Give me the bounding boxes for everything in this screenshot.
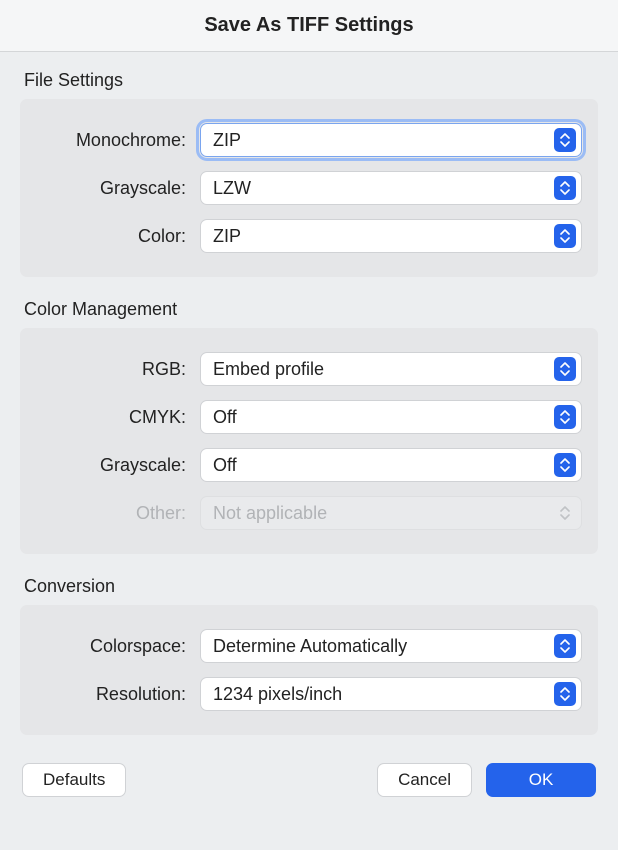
colorspace-select-wrap: Determine Automatically (200, 629, 582, 663)
monochrome-select[interactable]: ZIP (200, 123, 582, 157)
grayscale-value: LZW (213, 178, 251, 199)
color-select[interactable]: ZIP (200, 219, 582, 253)
color-management-title: Color Management (20, 299, 598, 320)
cancel-button[interactable]: Cancel (377, 763, 472, 797)
cm-grayscale-value: Off (213, 455, 237, 476)
rgb-select[interactable]: Embed profile (200, 352, 582, 386)
rgb-row: RGB: Embed profile (20, 348, 582, 390)
rgb-value: Embed profile (213, 359, 324, 380)
updown-icon (554, 453, 576, 477)
resolution-select[interactable]: 1234 pixels/inch (200, 677, 582, 711)
updown-icon (554, 357, 576, 381)
file-settings-panel: Monochrome: ZIP Grayscale: LZW (20, 99, 598, 277)
color-management-section: Color Management RGB: Embed profile CMYK… (20, 299, 598, 554)
conversion-title: Conversion (20, 576, 598, 597)
resolution-select-wrap: 1234 pixels/inch (200, 677, 582, 711)
updown-icon (554, 176, 576, 200)
colorspace-label: Colorspace: (20, 636, 200, 657)
ok-button[interactable]: OK (486, 763, 596, 797)
other-row: Other: Not applicable (20, 492, 582, 534)
title-bar: Save As TIFF Settings (0, 0, 618, 52)
footer: Defaults Cancel OK (0, 757, 618, 797)
color-management-panel: RGB: Embed profile CMYK: Off (20, 328, 598, 554)
updown-icon (554, 501, 576, 525)
color-label: Color: (20, 226, 200, 247)
monochrome-row: Monochrome: ZIP (20, 119, 582, 161)
cm-grayscale-select[interactable]: Off (200, 448, 582, 482)
resolution-value: 1234 pixels/inch (213, 684, 342, 705)
other-select-wrap: Not applicable (200, 496, 582, 530)
defaults-button[interactable]: Defaults (22, 763, 126, 797)
conversion-panel: Colorspace: Determine Automatically Reso… (20, 605, 598, 735)
file-settings-section: File Settings Monochrome: ZIP Grayscale: (20, 70, 598, 277)
cm-grayscale-row: Grayscale: Off (20, 444, 582, 486)
grayscale-select[interactable]: LZW (200, 171, 582, 205)
other-select: Not applicable (200, 496, 582, 530)
monochrome-value: ZIP (213, 130, 241, 151)
cm-grayscale-select-wrap: Off (200, 448, 582, 482)
color-row: Color: ZIP (20, 215, 582, 257)
other-label: Other: (20, 503, 200, 524)
updown-icon (554, 128, 576, 152)
rgb-select-wrap: Embed profile (200, 352, 582, 386)
monochrome-label: Monochrome: (20, 130, 200, 151)
updown-icon (554, 405, 576, 429)
cm-grayscale-label: Grayscale: (20, 455, 200, 476)
grayscale-row: Grayscale: LZW (20, 167, 582, 209)
updown-icon (554, 682, 576, 706)
updown-icon (554, 224, 576, 248)
grayscale-label: Grayscale: (20, 178, 200, 199)
cmyk-select-wrap: Off (200, 400, 582, 434)
colorspace-select[interactable]: Determine Automatically (200, 629, 582, 663)
cmyk-label: CMYK: (20, 407, 200, 428)
rgb-label: RGB: (20, 359, 200, 380)
updown-icon (554, 634, 576, 658)
conversion-section: Conversion Colorspace: Determine Automat… (20, 576, 598, 735)
colorspace-value: Determine Automatically (213, 636, 407, 657)
cmyk-value: Off (213, 407, 237, 428)
color-select-wrap: ZIP (200, 219, 582, 253)
colorspace-row: Colorspace: Determine Automatically (20, 625, 582, 667)
file-settings-title: File Settings (20, 70, 598, 91)
monochrome-select-wrap: ZIP (200, 123, 582, 157)
cmyk-select[interactable]: Off (200, 400, 582, 434)
other-value: Not applicable (213, 503, 327, 524)
cmyk-row: CMYK: Off (20, 396, 582, 438)
grayscale-select-wrap: LZW (200, 171, 582, 205)
resolution-label: Resolution: (20, 684, 200, 705)
content: File Settings Monochrome: ZIP Grayscale: (0, 52, 618, 735)
resolution-row: Resolution: 1234 pixels/inch (20, 673, 582, 715)
color-value: ZIP (213, 226, 241, 247)
dialog-title: Save As TIFF Settings (0, 14, 618, 37)
